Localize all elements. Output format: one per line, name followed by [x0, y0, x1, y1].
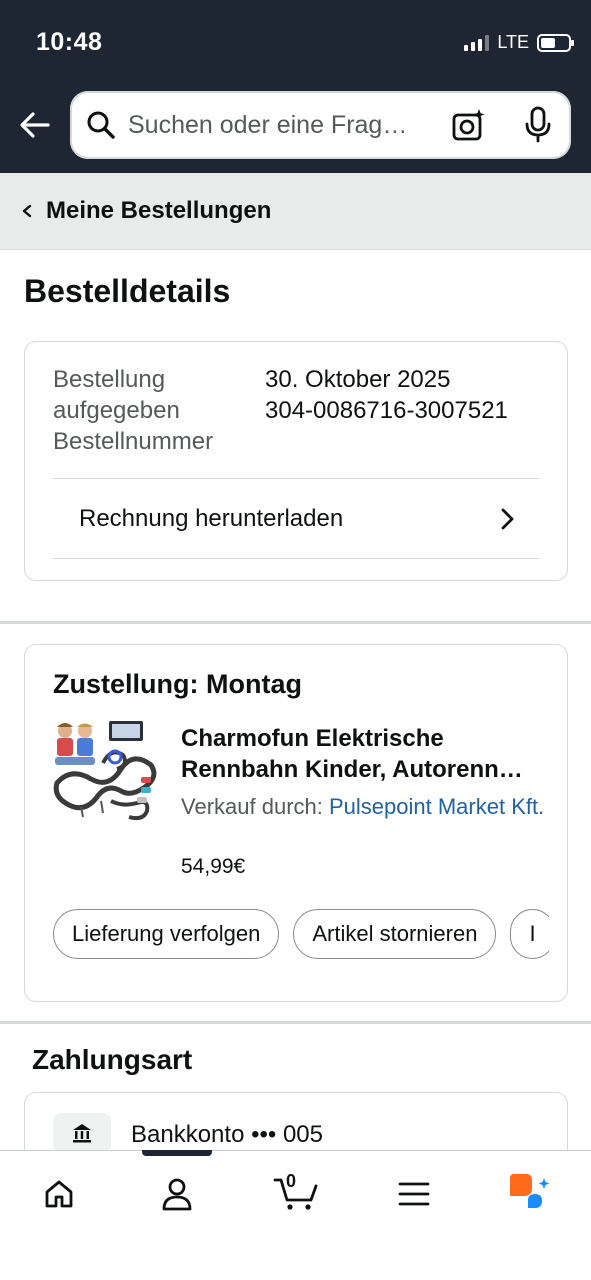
more-actions-button[interactable]: I [510, 909, 549, 959]
camera-icon[interactable] [451, 107, 487, 143]
download-invoice-row[interactable]: Rechnung herunterladen [53, 479, 539, 559]
microphone-icon[interactable] [523, 106, 553, 144]
order-placed-value: 30. Oktober 2025 [265, 366, 451, 393]
rufus-icon [510, 1174, 550, 1208]
order-placed-label: Bestellung aufgegeben [53, 366, 180, 424]
order-meta-labels: Bestellung aufgegeben Bestellnummer [53, 364, 253, 457]
search-input[interactable]: Suchen oder eine Frag… [128, 111, 428, 140]
section-divider [0, 621, 591, 624]
active-tab-indicator [142, 1150, 212, 1156]
delivery-card: Zustellung: Montag Charmofun Elektrische… [24, 644, 568, 1002]
track-delivery-button[interactable]: Lieferung verfolgen [53, 909, 280, 959]
status-indicators: LTE [464, 32, 574, 53]
order-meta-values: 30. Oktober 2025 304-0086716-3007521 [265, 364, 508, 426]
signal-icon [464, 34, 490, 51]
breadcrumb-label: Meine Bestellungen [46, 197, 272, 224]
payment-method: Bankkonto ••• 005 [131, 1121, 323, 1148]
top-header: 10:48 LTE Suchen oder eine Frag… [0, 0, 591, 173]
page-title: Bestelldetails [24, 273, 231, 309]
order-info-card: Bestellung aufgegeben Bestellnummer 30. … [24, 341, 568, 581]
nav-menu[interactable] [384, 1169, 444, 1219]
nav-account[interactable] [147, 1169, 207, 1219]
cancel-item-button[interactable]: Artikel stornieren [293, 909, 497, 959]
divider [53, 558, 539, 559]
nav-home[interactable] [29, 1169, 89, 1219]
seller-link[interactable]: Pulsepoint Market Kft. [329, 794, 544, 819]
sold-by: Verkauf durch: Pulsepoint Market Kft. [181, 791, 551, 822]
product-image[interactable] [51, 717, 159, 827]
sold-by-label: Verkauf durch: [181, 794, 323, 819]
section-divider [0, 1021, 591, 1024]
search-icon [87, 111, 115, 139]
payment-title: Zahlungsart [32, 1044, 193, 1075]
account-icon [162, 1178, 192, 1211]
chevron-right-icon [501, 508, 514, 530]
bank-icon [53, 1113, 111, 1153]
order-number-value: 304-0086716-3007521 [265, 397, 508, 424]
status-time: 10:48 [36, 28, 103, 56]
product-title-link[interactable]: Charmofun Elektrische Rennbahn Kinder, A… [181, 723, 551, 785]
menu-icon [398, 1182, 430, 1206]
cart-count: 0 [286, 1171, 297, 1191]
home-icon [45, 1180, 73, 1208]
breadcrumb[interactable]: Meine Bestellungen [0, 173, 591, 250]
delivery-title: Zustellung: Montag [53, 669, 302, 699]
arrow-left-icon[interactable] [18, 108, 52, 142]
action-buttons-row[interactable]: Lieferung verfolgen Artikel stornieren I [53, 909, 549, 961]
chevron-left-icon [22, 204, 32, 218]
battery-icon [537, 33, 574, 52]
nav-cart[interactable]: 0 [266, 1169, 326, 1219]
nav-rufus[interactable] [500, 1169, 560, 1219]
bottom-navigation: 0 [0, 1150, 591, 1280]
order-number-label: Bestellnummer [53, 428, 214, 455]
network-label: LTE [497, 32, 529, 52]
invoice-label: Rechnung herunterladen [79, 505, 344, 532]
product-price: 54,99€ [181, 855, 246, 878]
search-bar[interactable]: Suchen oder eine Frag… [70, 91, 571, 159]
